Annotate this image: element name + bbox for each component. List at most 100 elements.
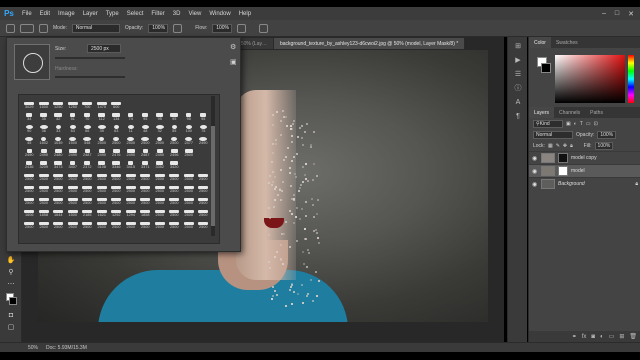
visibility-eye-icon[interactable]: ◉ bbox=[532, 168, 538, 175]
brush-preset[interactable]: 2500 bbox=[182, 205, 197, 217]
brush-preset[interactable]: 2500 bbox=[37, 181, 52, 193]
brush-preset[interactable]: 2487 bbox=[80, 145, 95, 157]
brush-preset[interactable]: 2500 bbox=[153, 133, 168, 145]
filter-adjustment-icon[interactable]: ◐ bbox=[574, 121, 577, 127]
brush-preset[interactable]: 2500 bbox=[22, 169, 37, 181]
brush-preset[interactable]: 2480 bbox=[51, 145, 66, 157]
brush-preset[interactable]: 2500 bbox=[182, 145, 197, 157]
brush-preset[interactable] bbox=[138, 97, 153, 109]
brush-preset[interactable]: 35 bbox=[37, 109, 52, 121]
properties-panel-icon[interactable]: ☰ bbox=[513, 71, 523, 79]
brush-preset[interactable]: 2500 bbox=[95, 169, 110, 181]
new-layer-icon[interactable]: ⊞ bbox=[619, 333, 624, 340]
brush-panel-toggle-icon[interactable] bbox=[39, 23, 48, 33]
brush-preset[interactable]: 2500 bbox=[167, 181, 182, 193]
brush-preset[interactable]: 2500 bbox=[124, 181, 139, 193]
new-preset-icon[interactable]: ▣ bbox=[230, 58, 237, 66]
brush-preset[interactable]: 2500 bbox=[167, 217, 182, 229]
brush-preset[interactable]: 3473 bbox=[51, 157, 66, 169]
brush-preset[interactable]: 2500 bbox=[138, 169, 153, 181]
size-field[interactable]: 2500 px bbox=[87, 44, 121, 53]
brush-preset[interactable]: 90 bbox=[22, 121, 37, 133]
menu-3d[interactable]: 3D bbox=[169, 11, 185, 17]
close-button[interactable]: ✕ bbox=[628, 10, 634, 18]
brush-preset[interactable]: 55 bbox=[167, 121, 182, 133]
pressure-size-icon[interactable] bbox=[259, 23, 269, 33]
brush-preset[interactable]: 39 bbox=[95, 121, 110, 133]
menu-file[interactable]: File bbox=[18, 11, 36, 17]
mode-select[interactable]: Normal bbox=[71, 23, 120, 33]
brush-preset[interactable]: 95 bbox=[138, 109, 153, 121]
filter-type-icon[interactable]: T bbox=[580, 121, 583, 127]
add-mask-icon[interactable]: ◙ bbox=[591, 334, 595, 340]
layer-row[interactable]: ◉ model copy bbox=[529, 151, 640, 164]
screen-mode-icon[interactable]: ▢ bbox=[5, 323, 17, 332]
brush-preset[interactable]: 1039 bbox=[51, 133, 66, 145]
foreground-background-colors-icon[interactable] bbox=[5, 292, 17, 308]
brush-preset[interactable]: 2476 bbox=[109, 145, 124, 157]
brush-preset[interactable]: 548 bbox=[80, 133, 95, 145]
link-layers-icon[interactable]: ⚭ bbox=[572, 333, 577, 340]
brush-preset[interactable]: 2500 bbox=[95, 133, 110, 145]
color-spectrum[interactable] bbox=[555, 55, 625, 103]
brush-preset[interactable]: 95 bbox=[153, 109, 168, 121]
brush-preset[interactable]: 2500 bbox=[124, 217, 139, 229]
layer-mask-thumbnail[interactable] bbox=[558, 153, 568, 163]
brush-preset[interactable] bbox=[124, 97, 139, 109]
brush-preset[interactable]: 2490 bbox=[124, 145, 139, 157]
menu-window[interactable]: Window bbox=[205, 11, 234, 17]
brush-preset[interactable]: 1606 bbox=[22, 205, 37, 217]
brush-preset[interactable]: 33 bbox=[51, 121, 66, 133]
brush-preset[interactable]: 2500 bbox=[80, 193, 95, 205]
brush-preset[interactable]: 48 bbox=[138, 121, 153, 133]
fill-field[interactable]: 100% bbox=[594, 141, 614, 150]
brush-preset[interactable]: 2500 bbox=[37, 169, 52, 181]
brush-preset[interactable]: 3371 bbox=[138, 157, 153, 169]
layer-row[interactable]: ◉ Background 🔒︎ bbox=[529, 177, 640, 190]
menu-filter[interactable]: Filter bbox=[147, 11, 168, 17]
tab-layers[interactable]: Layers bbox=[529, 107, 555, 118]
brush-preset[interactable]: 2500 bbox=[95, 193, 110, 205]
brush-preset[interactable]: 2500 bbox=[51, 181, 66, 193]
brush-preset[interactable]: 51 bbox=[66, 109, 81, 121]
lock-all-icon[interactable]: 🔒︎ bbox=[570, 143, 573, 149]
brush-preset[interactable]: 2500 bbox=[167, 169, 182, 181]
picker-settings-gear-icon[interactable]: ⚙ bbox=[230, 43, 236, 51]
brush-preset[interactable]: 2500 bbox=[109, 133, 124, 145]
brush-preset[interactable]: 1294 bbox=[124, 205, 139, 217]
brush-preset[interactable]: 1292 bbox=[109, 205, 124, 217]
brush-preset[interactable]: 3209 bbox=[37, 157, 52, 169]
brush-preset[interactable]: 2500 bbox=[138, 133, 153, 145]
size-slider[interactable] bbox=[55, 57, 125, 59]
brush-preset[interactable]: 2500 bbox=[22, 193, 37, 205]
brush-preset[interactable]: 2500 bbox=[196, 193, 211, 205]
brush-preset[interactable]: 74 bbox=[124, 109, 139, 121]
flow-field[interactable]: 100% bbox=[212, 23, 233, 33]
brush-preset[interactable]: 2490 bbox=[66, 145, 81, 157]
brush-preset[interactable]: 2500 bbox=[22, 217, 37, 229]
brush-preset[interactable]: 2372 bbox=[80, 157, 95, 169]
brush-preset[interactable]: 600 bbox=[109, 97, 124, 109]
menu-type[interactable]: Type bbox=[102, 11, 123, 17]
hand-tool-icon[interactable]: ✋ bbox=[5, 256, 17, 265]
brush-preset[interactable]: 2500 bbox=[66, 181, 81, 193]
brush-preset[interactable]: 2500 bbox=[153, 169, 168, 181]
brush-preset[interactable]: 2500 bbox=[37, 217, 52, 229]
brush-preset[interactable]: 45 bbox=[22, 133, 37, 145]
more-tools-icon[interactable]: ⋯ bbox=[5, 280, 17, 289]
brush-preset[interactable]: 2500 bbox=[196, 181, 211, 193]
brush-preset[interactable]: 2500 bbox=[51, 169, 66, 181]
brush-preset[interactable]: 2500 bbox=[196, 217, 211, 229]
visibility-eye-icon[interactable]: ◉ bbox=[532, 155, 538, 162]
brush-preset[interactable]: 2500 bbox=[22, 181, 37, 193]
brush-preset[interactable]: 3352 bbox=[153, 157, 168, 169]
brush-preset[interactable]: 42 bbox=[51, 109, 66, 121]
brush-preset[interactable]: 2500 bbox=[153, 217, 168, 229]
delete-layer-icon[interactable]: 🗑︎ bbox=[629, 333, 637, 340]
brush-preset[interactable]: 2500 bbox=[66, 193, 81, 205]
brush-angle-preview[interactable] bbox=[14, 44, 50, 80]
tab-swatches[interactable]: Swatches bbox=[551, 37, 583, 48]
brush-tool-icon[interactable] bbox=[6, 23, 15, 33]
brush-preset[interactable]: 66 bbox=[80, 121, 95, 133]
brush-preset[interactable]: 1250 bbox=[66, 97, 81, 109]
